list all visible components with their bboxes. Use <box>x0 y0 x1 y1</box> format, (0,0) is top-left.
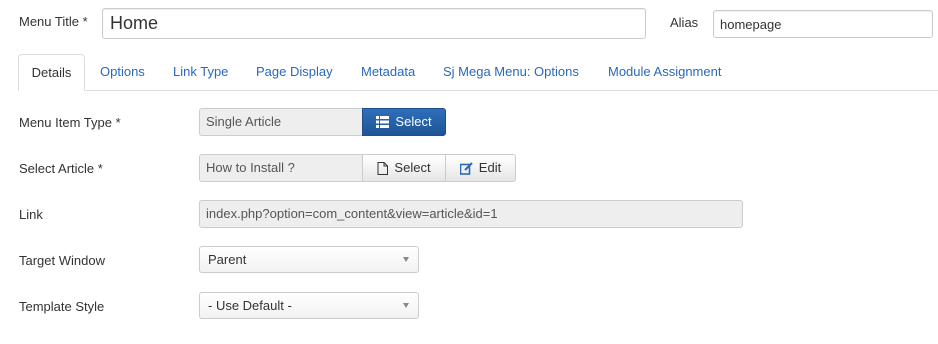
template-style-value: - Use Default - <box>208 298 292 313</box>
menu-item-type-select-button[interactable]: Select <box>362 108 446 136</box>
alias-input[interactable] <box>713 10 933 38</box>
tab-bar: Details Options Link Type Page Display M… <box>18 54 938 91</box>
link-field: index.php?option=com_content&view=articl… <box>199 200 743 228</box>
select-button-label: Select <box>395 114 432 129</box>
menu-item-type-value: Single Article <box>199 108 363 136</box>
alias-label: Alias <box>670 15 699 30</box>
menu-title-label: Menu Title * <box>19 14 88 29</box>
chevron-down-icon <box>403 303 409 308</box>
tab-page-display[interactable]: Page Display <box>256 54 333 90</box>
tab-details[interactable]: Details <box>18 54 85 91</box>
edit-icon <box>459 161 473 175</box>
template-style-label: Template Style <box>19 299 105 314</box>
tab-metadata[interactable]: Metadata <box>361 54 415 90</box>
list-icon <box>376 116 390 128</box>
tab-module-assignment[interactable]: Module Assignment <box>608 54 721 90</box>
selected-article-value: How to Install ? <box>199 154 363 182</box>
article-edit-label: Edit <box>478 160 502 175</box>
tab-options[interactable]: Options <box>100 54 145 90</box>
tab-sj-mega-menu-options[interactable]: Sj Mega Menu: Options <box>443 54 579 90</box>
file-icon <box>377 161 389 175</box>
select-article-label: Select Article * <box>19 161 103 176</box>
target-window-label: Target Window <box>19 253 105 268</box>
tab-link-type[interactable]: Link Type <box>173 54 228 90</box>
article-select-label: Select <box>394 160 431 175</box>
target-window-value: Parent <box>208 252 247 267</box>
menu-item-type-label: Menu Item Type * <box>19 115 121 130</box>
article-select-button[interactable]: Select <box>362 154 446 182</box>
article-edit-button[interactable]: Edit <box>445 154 516 182</box>
chevron-down-icon <box>403 257 409 262</box>
target-window-select[interactable]: Parent <box>199 246 419 273</box>
link-label: Link <box>19 207 43 222</box>
menu-title-input[interactable] <box>102 8 646 39</box>
template-style-select[interactable]: - Use Default - <box>199 292 419 319</box>
